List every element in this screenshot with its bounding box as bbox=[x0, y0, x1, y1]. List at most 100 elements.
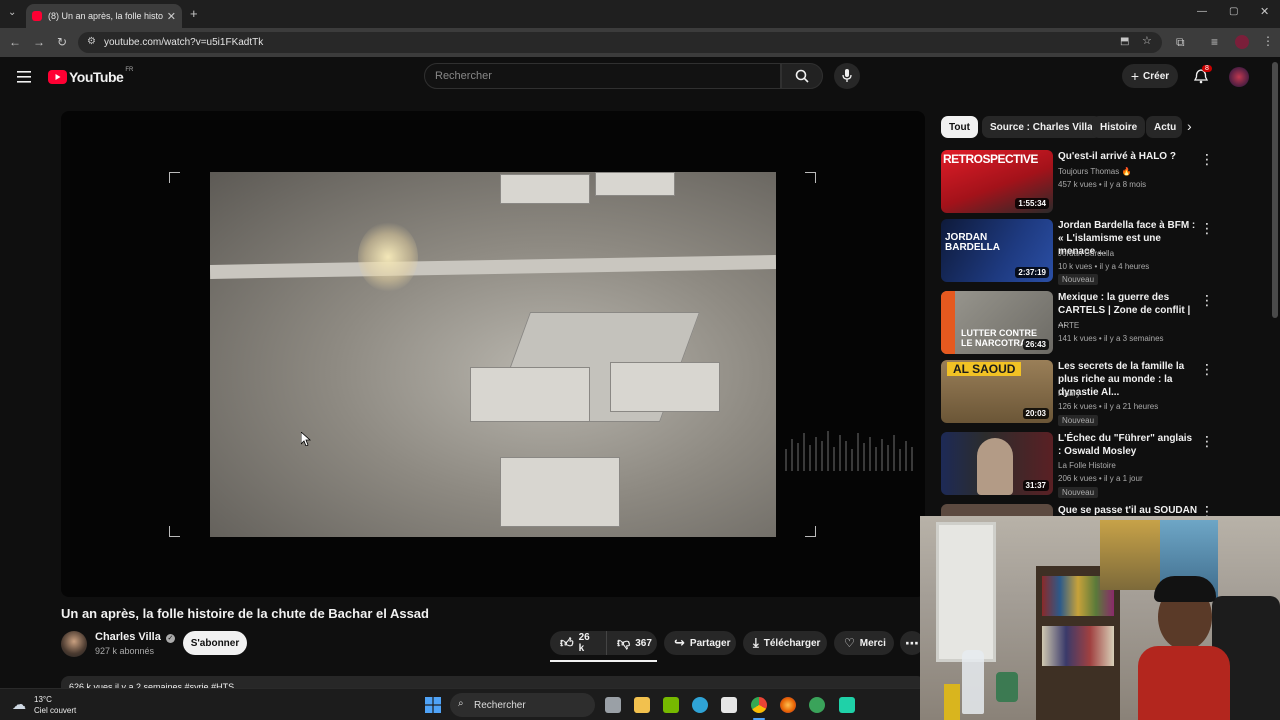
recommendation-channel[interactable]: Jordan Bardella bbox=[1058, 249, 1114, 258]
create-label: Créer bbox=[1143, 70, 1170, 82]
install-app-icon[interactable]: ⬒ bbox=[1120, 37, 1129, 47]
browser-menu-icon[interactable]: ⋮ bbox=[1262, 35, 1274, 47]
thanks-icon: ♡ bbox=[844, 636, 855, 650]
building-top-right bbox=[595, 172, 675, 196]
video-player[interactable] bbox=[61, 111, 925, 597]
dislike-button[interactable]: 👎︎ 367 bbox=[606, 631, 657, 655]
more-icon[interactable]: ⋮ bbox=[1200, 152, 1214, 166]
forward-icon[interactable]: → bbox=[33, 36, 45, 48]
maximize-icon[interactable]: ▢ bbox=[1229, 7, 1238, 17]
close-tab-icon[interactable]: ✕ bbox=[167, 10, 176, 23]
thanks-button[interactable]: ♡ Merci bbox=[834, 631, 894, 655]
building-top bbox=[500, 174, 590, 204]
taskbar-search[interactable]: ⌕ Rechercher bbox=[450, 693, 595, 717]
recommendation-item[interactable]: Que se passe t'il au SOUDAN ? ⋮ bbox=[941, 504, 1271, 516]
chevron-right-icon[interactable]: › bbox=[1187, 118, 1192, 134]
recommendation-item[interactable]: JORDAN BARDELLA 2:37:19 Jordan Bardella … bbox=[941, 219, 1271, 285]
new-tab-icon[interactable]: + bbox=[190, 7, 198, 20]
shelf-items-lower bbox=[1042, 626, 1114, 666]
person-hair bbox=[1154, 576, 1216, 602]
video-duration: 26:43 bbox=[1022, 339, 1049, 350]
video-thumbnail[interactable]: LUTTER CONTRE LE NARCOTRA 26:43 bbox=[941, 291, 1053, 354]
nvidia-icon[interactable] bbox=[663, 697, 679, 713]
start-button[interactable] bbox=[425, 697, 441, 713]
video-title: Un an après, la folle histoire de la chu… bbox=[61, 606, 429, 621]
tab-list-icon[interactable]: ⌄ bbox=[8, 8, 16, 18]
search-button[interactable] bbox=[781, 63, 823, 89]
more-icon[interactable]: ⋮ bbox=[1200, 221, 1214, 235]
create-button[interactable]: + Créer bbox=[1122, 64, 1178, 88]
recommendation-item[interactable]: 31:37 L'Échec du "Führer" anglais : Oswa… bbox=[941, 432, 1271, 498]
browser-toolbar: ← → ↻ ⚙ youtube.com/watch?v=u5i1FKadtTk … bbox=[0, 28, 1280, 57]
minimize-icon[interactable]: — bbox=[1197, 7, 1207, 17]
recommendation-item[interactable]: AL SAOUD 20:03 Les secrets de la famille… bbox=[941, 360, 1271, 426]
share-icon: ↪ bbox=[674, 635, 685, 650]
person-jersey bbox=[1138, 646, 1230, 720]
more-icon[interactable]: ⋮ bbox=[1200, 434, 1214, 448]
voice-search-button[interactable] bbox=[834, 63, 860, 89]
notifications-button[interactable]: 8 bbox=[1193, 65, 1212, 86]
extensions-icon[interactable]: ⧉ bbox=[1176, 36, 1185, 48]
recommendation-channel[interactable]: Toujours Thomas 🔥 bbox=[1058, 167, 1131, 176]
share-button[interactable]: ↪ Partager bbox=[664, 631, 736, 655]
recommendation-item[interactable]: LUTTER CONTRE LE NARCOTRA 26:43 Mexique … bbox=[941, 291, 1271, 357]
download-button[interactable]: ⤓ Télécharger bbox=[743, 631, 827, 655]
app-teal-icon[interactable] bbox=[839, 697, 855, 713]
like-bar-underline bbox=[550, 660, 657, 662]
close-window-icon[interactable]: ✕ bbox=[1260, 7, 1269, 18]
edge-icon[interactable] bbox=[692, 697, 708, 713]
chip-actu[interactable]: Actu bbox=[1146, 116, 1182, 138]
window-frame bbox=[936, 522, 996, 662]
search-input[interactable]: Rechercher bbox=[424, 63, 781, 89]
channel-avatar[interactable] bbox=[61, 631, 87, 657]
store-icon[interactable] bbox=[721, 697, 737, 713]
recommendation-channel[interactable]: La Folle Histoire bbox=[1058, 461, 1116, 470]
bookmark-star-icon[interactable]: ☆ bbox=[1142, 36, 1152, 47]
recommendation-title[interactable]: Qu'est-il arrivé à HALO ? bbox=[1058, 150, 1198, 163]
channel-name[interactable]: Charles Villa ✓ bbox=[95, 631, 175, 643]
like-button[interactable]: 👍︎ 26 k bbox=[550, 631, 606, 655]
reading-list-icon[interactable]: ≡ bbox=[1211, 36, 1218, 48]
video-thumbnail[interactable] bbox=[941, 504, 1053, 516]
like-count: 26 k bbox=[578, 632, 590, 654]
task-view-icon[interactable] bbox=[605, 697, 621, 713]
browser-tab[interactable]: (8) Un an après, la folle histoire ✕ bbox=[26, 4, 182, 28]
verified-icon: ✓ bbox=[165, 634, 175, 643]
weather-widget[interactable]: ☁ 13°C Ciel couvert bbox=[12, 693, 102, 719]
back-icon[interactable]: ← bbox=[9, 36, 21, 48]
chip-histoire[interactable]: Histoire bbox=[1092, 116, 1146, 138]
recommendation-title[interactable]: L'Échec du "Führer" anglais : Oswald Mos… bbox=[1058, 432, 1198, 458]
share-label: Partager bbox=[689, 637, 731, 649]
recommendation-channel[interactable]: Finary bbox=[1058, 389, 1080, 398]
reload-icon[interactable]: ↻ bbox=[57, 36, 67, 48]
menu-icon[interactable] bbox=[17, 71, 31, 83]
video-thumbnail[interactable]: AL SAOUD 20:03 bbox=[941, 360, 1053, 423]
recommendation-item[interactable]: RETROSPECTIVE 1:55:34 Qu'est-il arrivé à… bbox=[941, 150, 1271, 216]
video-thumbnail[interactable]: 31:37 bbox=[941, 432, 1053, 495]
video-thumbnail[interactable]: RETROSPECTIVE 1:55:34 bbox=[941, 150, 1053, 213]
chip-source[interactable]: Source : Charles Villa bbox=[982, 116, 1101, 138]
youtube-logo[interactable]: YouTube FR bbox=[48, 67, 133, 85]
profile-avatar[interactable] bbox=[1235, 35, 1249, 49]
recommendation-title[interactable]: Que se passe t'il au SOUDAN ? bbox=[1058, 504, 1198, 516]
more-icon[interactable]: ⋮ bbox=[1200, 362, 1214, 376]
firefox-icon[interactable] bbox=[780, 697, 796, 713]
chrome-icon[interactable] bbox=[751, 697, 767, 713]
subscribe-button[interactable]: S'abonner bbox=[183, 631, 247, 655]
file-explorer-icon[interactable] bbox=[634, 697, 650, 713]
video-thumbnail[interactable]: JORDAN BARDELLA 2:37:19 bbox=[941, 219, 1053, 282]
frame-corner-top-left bbox=[169, 172, 180, 183]
download-label: Télécharger bbox=[763, 637, 821, 649]
account-avatar[interactable] bbox=[1229, 67, 1249, 87]
address-bar[interactable]: ⚙ youtube.com/watch?v=u5i1FKadtTk ⬒ ☆ bbox=[78, 32, 1162, 53]
site-info-icon[interactable]: ⚙ bbox=[87, 37, 96, 47]
weather-condition: Ciel couvert bbox=[34, 706, 77, 715]
streamer-webcam bbox=[920, 516, 1280, 720]
scrollbar-thumb[interactable] bbox=[1272, 62, 1278, 318]
video-frame bbox=[210, 172, 776, 537]
app-green-icon[interactable] bbox=[809, 697, 825, 713]
more-icon[interactable]: ⋮ bbox=[1200, 293, 1214, 307]
recommendation-channel[interactable]: ARTE bbox=[1058, 321, 1079, 330]
chip-tout[interactable]: Tout bbox=[941, 116, 978, 138]
more-icon[interactable]: ⋮ bbox=[1200, 504, 1214, 516]
